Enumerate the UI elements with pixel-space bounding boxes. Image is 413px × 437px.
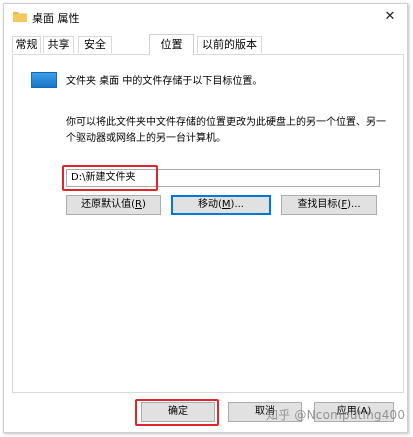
tab-location[interactable]: 位置	[149, 34, 194, 55]
restore-default-button[interactable]: 还原默认值(R)	[66, 195, 161, 215]
folder-icon	[13, 12, 27, 22]
ok-button[interactable]: 确定	[141, 402, 215, 422]
tab-general[interactable]: 常规	[12, 36, 41, 53]
watermark-text: 知乎 @Ncomputing400	[266, 408, 406, 422]
location-description: 文件夹 桌面 中的文件存储于以下目标位置。	[66, 76, 263, 87]
properties-dialog: 桌面 属性 ✕ 常规 共享 安全 位置 以前的版本 文件夹 桌面 中的文件存储于…	[3, 3, 408, 433]
tab-previous-versions[interactable]: 以前的版本	[197, 36, 262, 53]
title-bar: 桌面 属性 ✕	[4, 4, 407, 30]
window-title: 桌面 属性	[32, 12, 80, 25]
folder-location-icon	[31, 72, 57, 88]
location-instructions: 你可以将此文件夹中文件存储的位置更改为此硬盘上的另一个位置、另一个驱动器或网络上…	[66, 117, 386, 144]
tab-sharing[interactable]: 共享	[43, 36, 74, 53]
close-button[interactable]: ✕	[379, 7, 401, 27]
location-panel: 文件夹 桌面 中的文件存储于以下目标位置。 你可以将此文件夹中文件存储的位置更改…	[12, 54, 404, 393]
move-button[interactable]: 移动(M)...	[171, 195, 271, 215]
path-input[interactable]: D:\新建文件夹	[66, 169, 380, 187]
tab-security[interactable]: 安全	[78, 36, 112, 53]
find-target-button[interactable]: 查找目标(F)...	[281, 195, 377, 215]
tab-bar: 常规 共享 安全 位置 以前的版本	[12, 34, 404, 55]
